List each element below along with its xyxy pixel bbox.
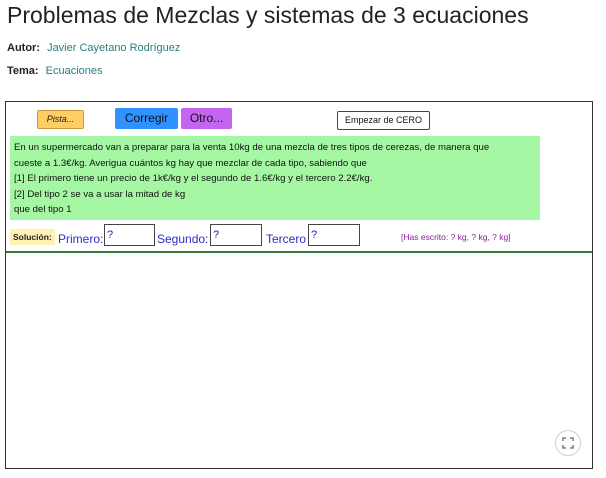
hint-button[interactable]: Pista... <box>37 110 84 129</box>
tercero-label: Tercero <box>266 232 307 246</box>
problem-line: que del tipo 1 <box>14 204 72 216</box>
author-row: Autor: Javier Cayetano Rodríguez <box>7 42 180 54</box>
written-echo: [Has escrito: ? kg, ? kg, ? kg] <box>401 232 511 242</box>
check-button[interactable]: Corregir <box>115 108 178 129</box>
another-problem-button[interactable]: Otro... <box>181 108 232 129</box>
topic-row: Tema: Ecuaciones <box>7 65 103 77</box>
problem-line: cueste a 1.3€/kg. Averigua cuántos kg ha… <box>14 157 367 169</box>
fullscreen-button[interactable] <box>555 430 581 456</box>
problem-line: En un supermercado van a preparar para l… <box>14 142 490 153</box>
topic-label: Tema: <box>7 65 39 77</box>
fullscreen-icon <box>562 437 574 449</box>
reset-button[interactable]: Empezar de CERO <box>337 111 430 130</box>
applet-frame: Pista... Corregir Otro... Empezar de CER… <box>5 101 593 469</box>
segundo-label: Segundo: <box>157 232 209 246</box>
author-link[interactable]: Javier Cayetano Rodríguez <box>47 42 180 54</box>
section-divider <box>6 251 592 253</box>
problem-statement: En un supermercado van a preparar para l… <box>10 136 540 220</box>
tercero-input[interactable] <box>308 224 360 246</box>
page-title: Problemas de Mezclas y sistemas de 3 ecu… <box>7 2 529 28</box>
topic-link[interactable]: Ecuaciones <box>46 65 103 77</box>
primero-label: Primero: <box>58 232 104 246</box>
author-label: Autor: <box>7 42 40 54</box>
solution-label: Solución: <box>10 229 55 245</box>
segundo-input[interactable] <box>210 224 262 246</box>
problem-line: [2] Del tipo 2 se va a usar la mitad de … <box>14 188 186 200</box>
problem-line: [1] El primero tiene un precio de 1k€/kg… <box>14 173 373 185</box>
primero-input[interactable] <box>104 224 155 246</box>
solution-row: Solución: Primero: Segundo: Tercero [Has… <box>6 224 592 252</box>
